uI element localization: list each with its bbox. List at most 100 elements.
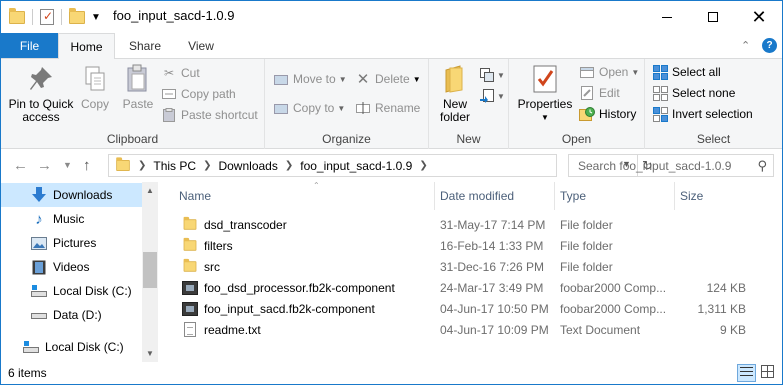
maximize-button[interactable] [690,1,736,33]
column-header-size[interactable]: Size [674,182,754,210]
collapse-ribbon-chevron-icon[interactable]: ⌃ [741,39,750,52]
paste-shortcut-button[interactable]: Paste shortcut [161,105,258,125]
crumb-separator-icon[interactable]: ❯ [419,160,427,171]
copy-to-button[interactable]: Copy to ▼ [273,98,345,118]
navigation-pane-scrollbar[interactable]: ▲ ▼ [142,182,158,362]
breadcrumb-this-pc[interactable]: This PC [153,159,196,173]
pin-to-quick-access-button[interactable]: Pin to Quick access [5,63,77,124]
easy-access-icon [479,88,495,104]
close-icon: ✕ [751,6,767,27]
sidebar-item-music[interactable]: ♪ Music [1,207,143,231]
properties-button[interactable]: Properties ▼ [515,63,575,124]
tab-share[interactable]: Share [117,33,173,58]
minimize-icon [662,16,672,18]
scroll-down-arrow-icon[interactable]: ▼ [142,345,158,362]
search-box[interactable]: Search foo_input_sacd-1.0.9 ⚲ [568,154,774,177]
navigation-pane: Downloads ♪ Music Pictures Videos Local … [1,182,158,362]
tab-file[interactable]: File [1,33,58,58]
folder-icon [182,216,198,233]
forward-arrow-icon[interactable]: → [37,157,52,174]
column-header-date-modified[interactable]: Date modified [434,182,554,210]
paste-label: Paste [122,97,154,111]
explorer-window: ▼ foo_input_sacd-1.0.9 ✕ File Home Share… [0,0,783,385]
easy-access-dropdown-icon: ▼ [497,91,505,101]
move-to-button[interactable]: Move to ▼ [273,69,347,89]
open-dropdown-icon: ▼ [631,67,640,77]
large-icons-view-button[interactable] [758,364,777,382]
copy-button[interactable]: Copy [77,63,113,111]
ribbon: Pin to Quick access Copy Paste ✂ Cut Cop… [1,58,782,149]
column-header-type[interactable]: Type [554,182,674,210]
history-label: History [599,107,637,121]
edit-button[interactable]: Edit [579,83,620,103]
details-view-button[interactable] [737,364,756,382]
help-icon[interactable]: ? [762,38,777,53]
new-folder-button[interactable]: New folder [435,63,475,124]
tab-view[interactable]: View [173,33,229,58]
delete-button[interactable]: ✕ Delete ▼ [355,69,421,89]
history-button[interactable]: History [579,104,636,124]
folder-icon[interactable] [9,7,25,24]
sidebar-item-data-d[interactable]: Data (D:) [1,303,143,327]
table-row[interactable]: foo_dsd_processor.fb2k-component 24-Mar-… [178,277,778,298]
scrollbar-thumb[interactable] [143,252,157,288]
file-type: foobar2000 Comp... [560,280,667,295]
navigation-bar: ← → ▼ ↑ ❯ This PC ❯ Downloads ❯ foo_inpu… [1,150,782,182]
file-name-cell: filters [182,235,233,256]
file-name: dsd_transcoder [204,217,287,232]
paste-button[interactable]: Paste [117,63,159,111]
cut-button[interactable]: ✂ Cut [161,63,200,83]
minimize-button[interactable] [644,1,690,33]
edit-label: Edit [599,86,620,100]
open-label: Open [599,65,629,79]
table-row[interactable]: readme.txt 04-Jun-17 10:09 PM Text Docum… [178,319,778,340]
tab-home[interactable]: Home [58,33,115,59]
sidebar-item-pictures[interactable]: Pictures [1,231,143,255]
up-arrow-icon[interactable]: ↑ [83,157,91,174]
table-row[interactable]: dsd_transcoder 31-May-17 7:14 PM File fo… [178,214,778,235]
details-view-icon [740,366,753,380]
select-none-label: Select none [672,86,736,100]
item-count: 6 items [8,366,47,380]
breadcrumb-current-folder[interactable]: foo_input_sacd-1.0.9 [300,159,412,173]
file-name-cell: dsd_transcoder [182,214,287,235]
table-row[interactable]: filters 16-Feb-14 1:33 PM File folder [178,235,778,256]
sidebar-item-downloads[interactable]: Downloads [1,183,143,207]
customize-toolbar-dropdown-icon[interactable]: ▼ [91,12,101,23]
move-to-label: Move to [293,72,336,86]
column-header-name[interactable]: Name [173,182,435,210]
invert-selection-icon [652,106,668,122]
crumb-separator-icon[interactable]: ❯ [285,160,293,171]
table-row[interactable]: src 31-Dec-16 7:26 PM File folder [178,256,778,277]
select-none-button[interactable]: Select none [652,83,735,103]
new-folder-icon[interactable] [69,7,85,24]
scroll-up-arrow-icon[interactable]: ▲ [142,182,158,199]
address-bar[interactable]: ❯ This PC ❯ Downloads ❯ foo_input_sacd-1… [108,154,653,177]
table-row[interactable]: foo_input_sacd.fb2k-component 04-Jun-17 … [178,298,778,319]
invert-selection-button[interactable]: Invert selection [652,104,753,124]
copy-path-icon [161,86,177,102]
organize-group-label: Organize [322,132,371,146]
rename-button[interactable]: Rename [355,98,420,118]
sidebar-item-videos[interactable]: Videos [1,255,143,279]
select-group: Select all Select none Invert selection … [645,59,782,149]
close-button[interactable]: ✕ [736,1,782,33]
new-item-icon [479,67,495,83]
crumb-separator-icon[interactable]: ❯ [203,160,211,171]
crumb-separator-icon[interactable]: ❯ [138,160,146,171]
copy-to-label: Copy to [293,101,335,115]
search-input[interactable]: Search foo_input_sacd-1.0.9 [578,159,731,173]
breadcrumb-downloads[interactable]: Downloads [218,159,277,173]
recent-locations-chevron-icon[interactable]: ▼ [63,160,72,170]
easy-access-button[interactable]: ▼ [479,86,505,106]
copy-path-button[interactable]: Copy path [161,84,236,104]
sidebar-item-local-disk-c[interactable]: Local Disk (C:) [1,279,143,303]
select-all-button[interactable]: Select all [652,62,721,82]
file-date: 31-Dec-16 7:26 PM [440,259,545,274]
sidebar-item-local-disk-c-2[interactable]: Local Disk (C:) [1,335,143,359]
new-item-button[interactable]: ▼ [479,65,505,85]
history-icon [579,106,595,122]
back-arrow-icon[interactable]: ← [13,157,28,174]
open-button[interactable]: Open ▼ [579,62,639,82]
properties-icon[interactable] [40,9,54,25]
